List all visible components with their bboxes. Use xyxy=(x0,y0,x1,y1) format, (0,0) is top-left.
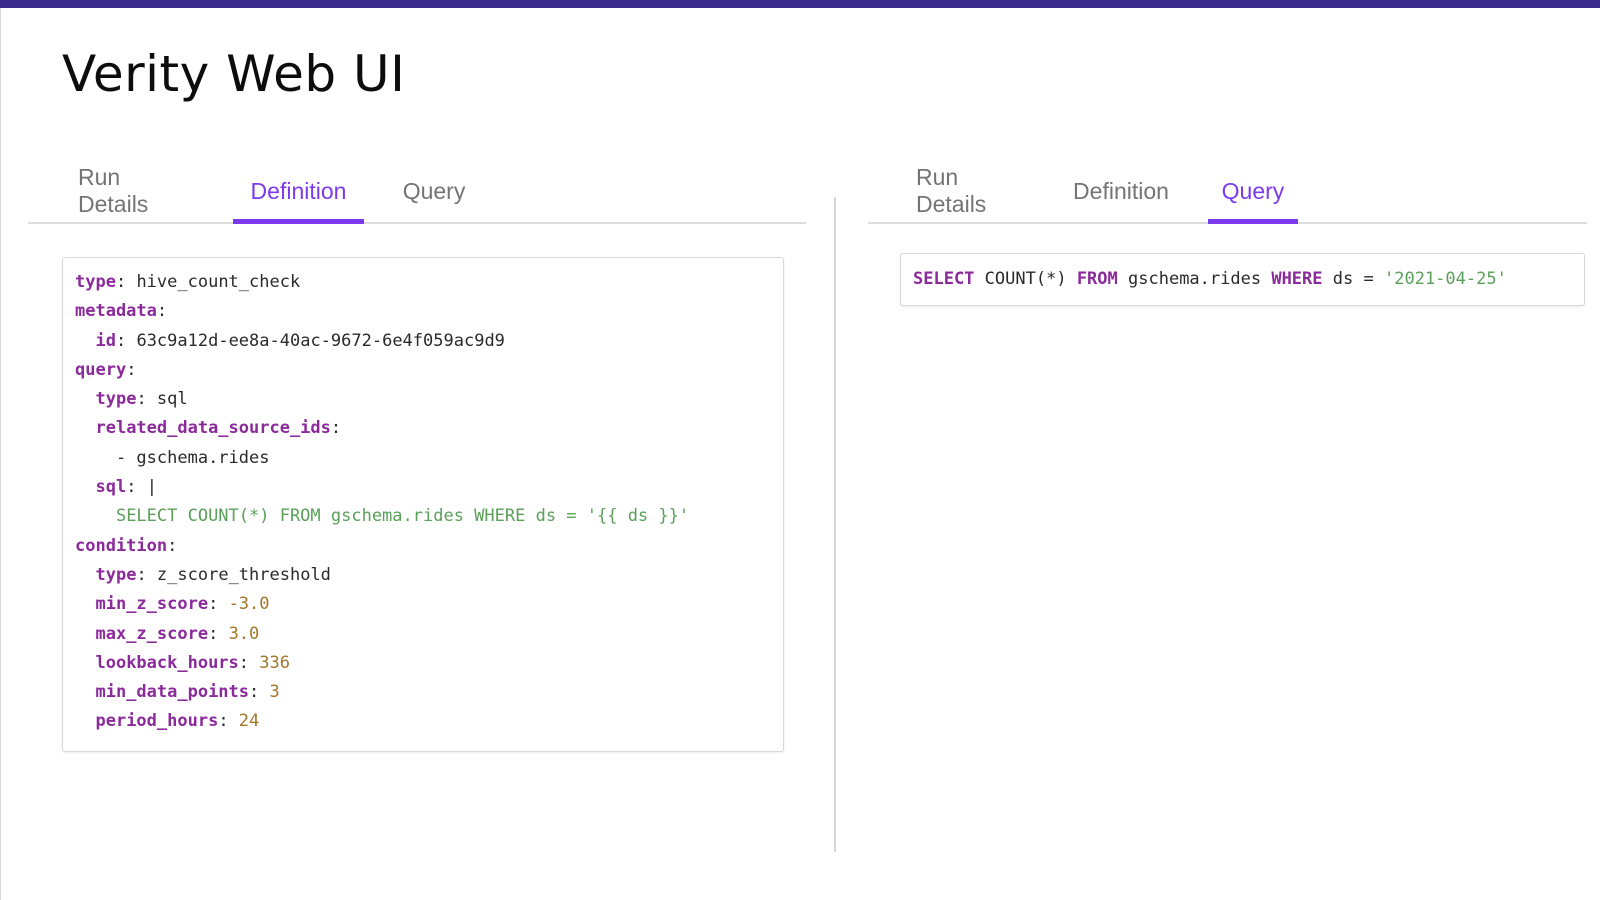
sql-table: gschema.rides xyxy=(1128,268,1262,289)
yaml-value: sql xyxy=(156,389,188,410)
top-accent-bar xyxy=(0,0,1600,8)
yaml-number: -3.0 xyxy=(228,594,270,615)
sql-operator: = xyxy=(1363,268,1374,289)
tab-query[interactable]: Query xyxy=(1208,160,1298,224)
right-tab-bar: Run Details Definition Query xyxy=(868,160,1587,224)
left-border xyxy=(0,8,1,900)
query-code-block: SELECT COUNT(*) FROM gschema.rides WHERE… xyxy=(900,253,1585,306)
left-pane: Run Details Definition Query xyxy=(28,160,806,224)
definition-code-block: type: hive_count_check metadata: id: 63c… xyxy=(62,257,784,752)
yaml-key: query xyxy=(75,359,127,380)
yaml-key: sql xyxy=(95,477,127,498)
definition-yaml: type: hive_count_check metadata: id: 63c… xyxy=(75,272,690,732)
sql-string-literal: '2021-04-25' xyxy=(1384,268,1507,289)
yaml-block-indicator: | xyxy=(146,477,157,498)
tab-definition[interactable]: Definition xyxy=(1072,160,1170,222)
yaml-key: lookback_hours xyxy=(95,652,239,673)
right-pane: Run Details Definition Query xyxy=(868,160,1587,224)
yaml-number: 336 xyxy=(259,652,290,673)
yaml-key: type xyxy=(75,272,116,292)
yaml-key: related_data_source_ids xyxy=(95,418,331,439)
sql-keyword: FROM xyxy=(1076,268,1118,289)
yaml-number: 3 xyxy=(269,682,280,703)
yaml-list-item: - gschema.rides xyxy=(115,447,270,468)
pane-divider xyxy=(834,197,836,852)
yaml-key: metadata xyxy=(75,301,157,322)
sql-expression: COUNT(*) xyxy=(984,268,1067,289)
sql-keyword: SELECT xyxy=(913,268,975,289)
yaml-key: min_data_points xyxy=(95,682,250,703)
yaml-number: 24 xyxy=(238,711,260,732)
sql-keyword: WHERE xyxy=(1271,268,1323,289)
yaml-value: hive_count_check xyxy=(136,272,301,292)
yaml-key: min_z_score xyxy=(95,594,209,615)
rendered-sql-query: SELECT COUNT(*) FROM gschema.rides WHERE… xyxy=(913,265,1507,294)
yaml-key: period_hours xyxy=(95,711,219,732)
tab-run-details[interactable]: Run Details xyxy=(916,160,1028,222)
left-tab-bar: Run Details Definition Query xyxy=(28,160,806,224)
tab-run-details[interactable]: Run Details xyxy=(78,160,193,222)
tab-definition[interactable]: Definition xyxy=(233,160,364,224)
yaml-key: type xyxy=(95,389,137,410)
yaml-key: condition xyxy=(75,535,168,556)
yaml-value: 63c9a12d-ee8a-40ac-9672-6e4f059ac9d9 xyxy=(136,330,505,351)
yaml-sql-string: SELECT COUNT(*) FROM gschema.rides WHERE… xyxy=(115,506,690,527)
page-title: Verity Web UI xyxy=(62,45,406,103)
yaml-number: 3.0 xyxy=(228,623,260,644)
yaml-key: type xyxy=(95,564,137,585)
yaml-value: z_score_threshold xyxy=(156,564,331,585)
yaml-key: id xyxy=(95,330,116,351)
sql-column: ds xyxy=(1332,268,1354,289)
tab-query[interactable]: Query xyxy=(403,160,466,222)
yaml-key: max_z_score xyxy=(95,623,209,644)
